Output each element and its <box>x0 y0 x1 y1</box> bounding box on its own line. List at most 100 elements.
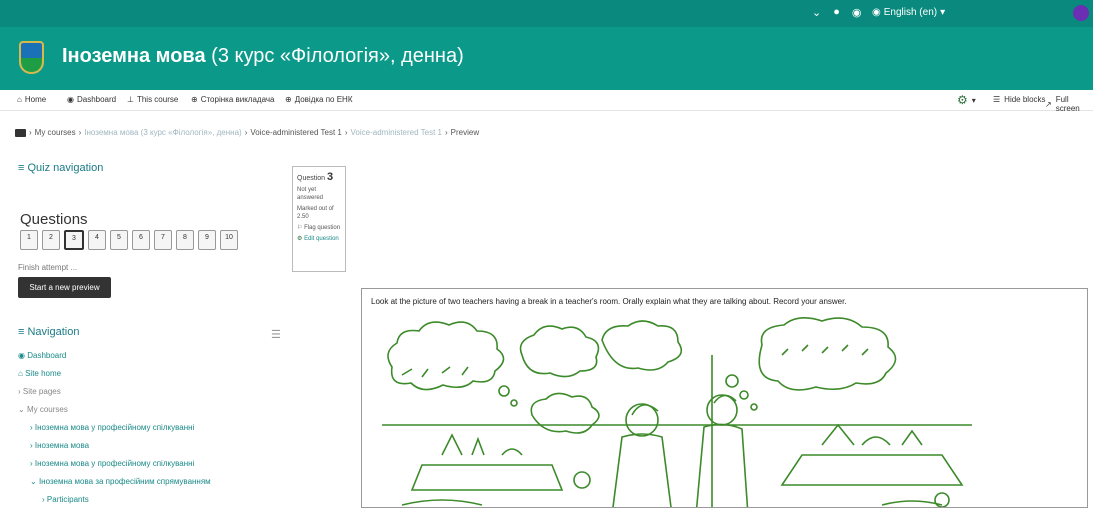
full-screen-button[interactable]: ↗ Full screen <box>1045 95 1093 113</box>
plus-circle-icon: ⊕ <box>285 95 292 104</box>
nav-item-label: Іноземна мова <box>34 441 90 450</box>
quiz-navigation-block: ≡ Quiz navigation Questions 1 2 3 4 5 6 … <box>18 159 288 299</box>
chevron-down-icon: ⌄ <box>18 405 25 414</box>
dashboard-icon: ◉ <box>67 95 74 104</box>
hide-blocks-button[interactable]: ☰ Hide blocks <box>993 95 1046 104</box>
chevron-down-icon[interactable]: ⌄ <box>812 6 821 19</box>
question-button-2[interactable]: 2 <box>42 230 60 250</box>
nav-home-label: Home <box>24 95 47 104</box>
nav-home[interactable]: ⌂ Home <box>17 95 46 104</box>
topbar-icons: ⌄ ● ◉ <box>812 6 861 19</box>
navigation-header: ≡ Navigation <box>18 326 79 338</box>
user-avatar[interactable] <box>1073 5 1089 21</box>
questions-title: Questions <box>20 211 88 228</box>
expand-icon: ↗ <box>1045 99 1052 109</box>
question-button-10[interactable]: 10 <box>220 230 238 250</box>
nav-teacher-page[interactable]: ⊕ Сторінка викладача <box>191 95 274 104</box>
globe-icon: ◉ <box>872 7 881 18</box>
question-status: Not yet answered <box>297 187 324 202</box>
language-selector[interactable]: ◉ English (en) ▾ <box>872 7 945 18</box>
question-button-3[interactable]: 3 <box>64 230 84 250</box>
course-navbar: ⌂ Home ◉ Dashboard ⊥ This course ⊕ Сторі… <box>0 90 1093 113</box>
nav-item-label: Dashboard <box>27 351 67 360</box>
flag-question[interactable]: ⚐ Flag question <box>297 224 341 232</box>
nav-item-label: Site home <box>25 369 62 378</box>
question-number: Question 3 <box>297 171 341 183</box>
nav-this-course-label: This course <box>136 95 179 104</box>
teachers-cartoon-image <box>382 317 972 507</box>
chevron-down-icon: ⌄ <box>30 477 37 486</box>
chat-icon[interactable]: ◉ <box>852 6 862 19</box>
question-button-7[interactable]: 7 <box>154 230 172 250</box>
hide-blocks-label: Hide blocks <box>1004 95 1046 104</box>
quiz-navigation-title: Quiz navigation <box>27 162 104 174</box>
top-bar: ⌄ ● ◉ ◉ English (en) ▾ <box>0 0 1093 27</box>
full-screen-label: Full screen <box>1055 95 1080 113</box>
edit-question-label: Edit question <box>304 236 339 243</box>
block-menu-icon[interactable]: ☰ <box>271 328 281 341</box>
chevron-right-icon: › <box>30 423 33 432</box>
gear-icon: ⚙ <box>957 93 968 107</box>
breadcrumb: › My courses › Іноземна мова (3 курс «Фі… <box>15 128 479 137</box>
nav-item-label: Participants <box>46 495 89 504</box>
plus-circle-icon: ⊕ <box>191 95 198 104</box>
home-icon: ⌂ <box>18 369 23 378</box>
question-content: Look at the picture of two teachers havi… <box>361 288 1088 508</box>
question-button-4[interactable]: 4 <box>88 230 106 250</box>
nav-help[interactable]: ⊕ Довідка по ЕНК <box>285 95 352 104</box>
nav-item-course-2[interactable]: › Іноземна мова <box>30 441 89 450</box>
nav-item-label: Іноземна мова за професійним спрямування… <box>38 477 211 486</box>
list-icon: ≡ <box>18 162 25 174</box>
breadcrumb-my-courses[interactable]: My courses <box>35 128 76 137</box>
question-button-9[interactable]: 9 <box>198 230 216 250</box>
question-number-value: 3 <box>326 171 334 183</box>
navigation-block: ≡ Navigation ☰ ◉ Dashboard ⌂ Site home ›… <box>18 318 288 506</box>
nav-this-course[interactable]: ⊥ This course <box>127 95 178 104</box>
settings-menu[interactable]: ⚙ ▾ <box>957 93 976 107</box>
nav-item-course-4[interactable]: ⌄ Іноземна мова за професійним спрямуван… <box>30 477 211 486</box>
nav-item-course-3[interactable]: › Іноземна мова у професійному спілкуван… <box>30 459 194 468</box>
finish-attempt-link[interactable]: Finish attempt ... <box>18 263 77 272</box>
list-icon: ≡ <box>18 326 25 338</box>
start-new-preview-button[interactable]: Start a new preview <box>18 277 111 298</box>
question-button-8[interactable]: 8 <box>176 230 194 250</box>
nav-item-label: Site pages <box>22 387 61 396</box>
breadcrumb-test-edit[interactable]: Voice-administered Test 1 <box>351 128 442 137</box>
question-button-6[interactable]: 6 <box>132 230 150 250</box>
course-title-sub: (3 курс «Філологія», денна) <box>211 45 464 67</box>
question-marks: Marked out of 2.50 <box>297 206 334 221</box>
nav-item-site-home[interactable]: ⌂ Site home <box>18 369 61 378</box>
nav-item-dashboard[interactable]: ◉ Dashboard <box>18 351 66 360</box>
bell-icon[interactable]: ● <box>833 6 840 19</box>
question-info-box: Question 3 Not yet answered Marked out o… <box>292 166 346 272</box>
nav-item-participants[interactable]: › Participants <box>42 495 89 504</box>
nav-item-label: Іноземна мова у професійному спілкуванні <box>34 423 195 432</box>
question-label: Question <box>297 175 326 182</box>
question-button-5[interactable]: 5 <box>110 230 128 250</box>
course-title: Іноземна мова (3 курс «Філологія», денна… <box>62 45 464 68</box>
nav-dashboard-label: Dashboard <box>76 95 117 104</box>
question-text: Look at the picture of two teachers havi… <box>371 297 847 306</box>
nav-item-course-1[interactable]: › Іноземна мова у професійному спілкуван… <box>30 423 194 432</box>
chevron-right-icon: › <box>30 459 33 468</box>
question-button-1[interactable]: 1 <box>20 230 38 250</box>
edit-question-link[interactable]: ⚙ Edit question <box>297 235 341 243</box>
nav-item-site-pages[interactable]: › Site pages <box>18 387 61 396</box>
nav-item-my-courses[interactable]: ⌄ My courses <box>18 405 68 414</box>
question-buttons: 1 2 3 4 5 6 7 8 9 10 <box>20 230 238 250</box>
language-label: English (en) <box>883 7 938 18</box>
nav-item-label: Іноземна мова у професійному спілкуванні <box>34 459 195 468</box>
breadcrumb-course[interactable]: Іноземна мова (3 курс «Філологія», денна… <box>84 128 241 137</box>
nav-dashboard[interactable]: ◉ Dashboard <box>67 95 116 104</box>
breadcrumb-test[interactable]: Voice-administered Test 1 <box>250 128 341 137</box>
folder-icon[interactable] <box>15 128 26 137</box>
course-title-main: Іноземна мова <box>62 45 206 67</box>
dashboard-icon: ◉ <box>18 351 25 360</box>
blocks-icon: ☰ <box>993 95 1001 104</box>
caret-down-icon: ▾ <box>940 7 946 18</box>
nav-help-label: Довідка по ЕНК <box>294 95 353 104</box>
course-header: Іноземна мова (3 курс «Філологія», денна… <box>0 27 1093 90</box>
navigation-title: Navigation <box>27 326 80 338</box>
gear-icon: ⚙ <box>297 236 303 243</box>
breadcrumb-preview: Preview <box>450 128 480 137</box>
